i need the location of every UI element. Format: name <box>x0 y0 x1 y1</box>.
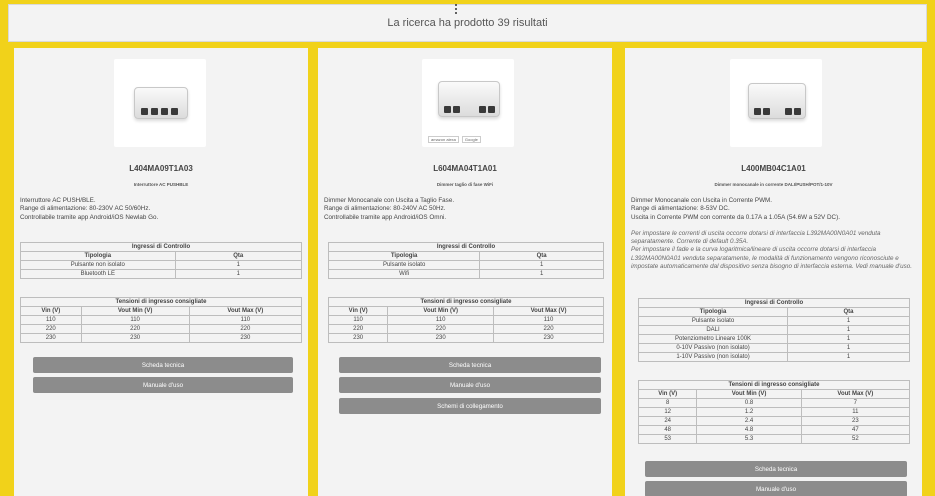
table-row: 110 110 110 <box>327 315 604 325</box>
product-card: amazon alexa Google L604MA04T1A01 Dimmer… <box>318 48 612 496</box>
table-row: 220 220 220 <box>327 324 604 334</box>
table-row: 53 5.3 52 <box>637 434 911 444</box>
datasheet-button[interactable]: Scheda tecnica <box>33 357 293 373</box>
product-subtitle: Dimmer taglio di fase WiFi <box>436 182 494 187</box>
input-voltages-table: Tensioni di ingresso consigliate Vin (V)… <box>20 297 303 343</box>
table-row: 0-10V Passivo (non isolato) 1 <box>637 343 910 353</box>
google-badge: Google <box>461 136 481 143</box>
results-header: La ricerca ha prodotto 39 risultati <box>8 4 927 42</box>
table-row: 230 230 230 <box>20 333 303 343</box>
device-illustration <box>438 81 500 117</box>
table-row: 110 110 110 <box>20 315 303 325</box>
table-row: 230 230 230 <box>327 333 604 343</box>
product-code[interactable]: L400MB04C1A01 <box>625 164 922 173</box>
table-row: Wifi 1 <box>327 269 604 279</box>
device-illustration <box>748 83 806 119</box>
product-subtitle: Interruttore AC PUSHBLE <box>133 182 189 187</box>
product-subtitle: Dimmer monocanale in corrente DALI/PUSH/… <box>714 182 833 187</box>
input-voltages-table: Tensioni di ingresso consigliate Vin (V)… <box>327 297 604 343</box>
product-description: Dimmer Monocanale con Uscita a Taglio Fa… <box>324 197 455 221</box>
control-inputs-table: Ingressi di Controllo Tipologia Qta Pulsa… <box>637 298 910 362</box>
datasheet-button[interactable]: Scheda tecnica <box>645 461 907 477</box>
product-card: L400MB04C1A01 Dimmer monocanale in corre… <box>625 48 922 496</box>
table-row: 48 4.8 47 <box>637 425 911 435</box>
table-row: 24 2.4 23 <box>637 416 911 426</box>
wiring-diagrams-button[interactable]: Schemi di collegamento <box>339 398 601 414</box>
table-row: Pulsante isolato 1 <box>327 260 604 270</box>
product-image[interactable] <box>730 59 822 147</box>
product-description: Interruttore AC PUSH/BLE. Range di alime… <box>20 197 159 221</box>
alexa-badge: amazon alexa <box>428 136 459 143</box>
control-inputs-table: Ingressi di Controllo Tipologia Qta Pulsa… <box>327 242 604 279</box>
product-image[interactable] <box>114 59 206 147</box>
user-manual-button[interactable]: Manuale d'uso <box>33 377 293 393</box>
table-row: Potenziometro Lineare 100K 1 <box>637 334 910 344</box>
control-inputs-table: Ingressi di Controllo Tipologia Qta Pulsa… <box>20 242 303 279</box>
table-row: 8 0.8 7 <box>637 398 911 408</box>
table-row: 220 220 220 <box>20 324 303 334</box>
product-image[interactable]: amazon alexa Google <box>422 59 514 147</box>
table-row: DALI 1 <box>637 325 910 335</box>
product-card: L404MA09T1A03 Interruttore AC PUSHBLE In… <box>14 48 308 496</box>
datasheet-button[interactable]: Scheda tecnica <box>339 357 601 373</box>
user-manual-button[interactable]: Manuale d'uso <box>339 377 601 393</box>
product-note: Per impostare le correnti di uscita occo… <box>631 229 912 271</box>
table-row: 12 1.2 11 <box>637 407 911 417</box>
more-options-icon[interactable] <box>455 4 457 18</box>
product-code[interactable]: L404MA09T1A03 <box>14 164 308 173</box>
device-illustration <box>134 87 188 119</box>
table-row: Bluetooth LE 1 <box>20 269 303 279</box>
table-row: Pulsante non isolato 1 <box>20 260 303 270</box>
product-description: Dimmer Monocanale con Uscita in Corrente… <box>631 197 916 271</box>
product-code[interactable]: L604MA04T1A01 <box>318 164 612 173</box>
table-row: 1-10V Passivo (non isolato) 1 <box>637 352 910 362</box>
user-manual-button[interactable]: Manuale d'uso <box>645 481 907 496</box>
input-voltages-table: Tensioni di ingresso consigliate Vin (V)… <box>637 380 911 444</box>
compatibility-badges: amazon alexa Google <box>428 136 481 143</box>
table-row: Pulsante isolato 1 <box>637 316 910 326</box>
results-count-title: La ricerca ha prodotto 39 risultati <box>387 17 548 29</box>
